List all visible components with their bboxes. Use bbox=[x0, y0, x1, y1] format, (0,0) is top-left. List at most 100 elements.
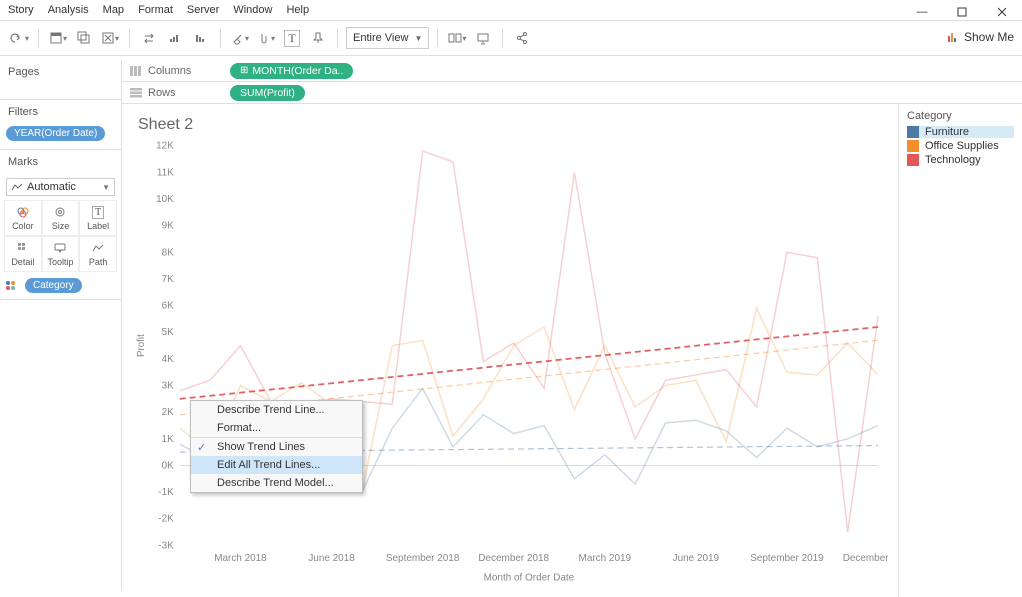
cards-icon bbox=[448, 31, 462, 45]
legend-item-technology[interactable]: Technology bbox=[907, 154, 1014, 166]
pages-shelf-title: Pages bbox=[0, 60, 121, 84]
marks-path-button[interactable]: Path bbox=[79, 236, 117, 272]
duplicate-button[interactable] bbox=[73, 27, 95, 49]
sheet-title[interactable]: Sheet 2 bbox=[138, 116, 888, 134]
swap-icon bbox=[142, 31, 156, 45]
highlight-button[interactable]: ▾ bbox=[229, 27, 251, 49]
marks-label-button[interactable]: TLabel bbox=[79, 200, 117, 236]
paperclip-icon bbox=[257, 31, 271, 45]
sort-desc-button[interactable] bbox=[190, 27, 212, 49]
legend-item-furniture[interactable]: Furniture bbox=[907, 126, 1014, 138]
marks-card-title: Marks bbox=[0, 150, 121, 174]
path-icon bbox=[90, 241, 106, 255]
color-legend-card: Category Furniture Office Supplies Technol… bbox=[898, 104, 1022, 597]
svg-text:9K: 9K bbox=[162, 221, 175, 232]
pin-icon bbox=[311, 31, 325, 45]
clear-button[interactable]: ▾ bbox=[99, 27, 121, 49]
new-worksheet-button[interactable]: ▾ bbox=[47, 27, 69, 49]
left-sidebar: Pages Filters YEAR(Order Date) Marks Aut… bbox=[0, 60, 122, 590]
marks-color-button[interactable]: Color bbox=[4, 200, 42, 236]
group-button[interactable]: ▾ bbox=[255, 27, 277, 49]
sort-desc-icon bbox=[194, 31, 208, 45]
svg-text:8K: 8K bbox=[162, 247, 175, 258]
marks-type-dropdown[interactable]: Automatic ▼ bbox=[6, 178, 115, 196]
highlighter-icon bbox=[231, 31, 245, 45]
size-icon bbox=[52, 205, 68, 219]
trend-line-technology[interactable] bbox=[180, 327, 878, 399]
worksheet-icon bbox=[49, 31, 63, 45]
marks-size-button[interactable]: Size bbox=[42, 200, 80, 236]
share-icon bbox=[515, 31, 529, 45]
swap-button[interactable] bbox=[138, 27, 160, 49]
fit-dropdown[interactable]: Entire View ▼ bbox=[346, 27, 429, 49]
context-menu-item[interactable]: Format... bbox=[191, 419, 362, 437]
svg-text:March 2019: March 2019 bbox=[579, 553, 632, 564]
columns-pill-month[interactable]: ⊞MONTH(Order Da.. bbox=[230, 63, 353, 79]
menu-map[interactable]: Map bbox=[103, 4, 124, 16]
detail-icon bbox=[15, 241, 31, 255]
fix-axes-button[interactable] bbox=[307, 27, 329, 49]
menu-format[interactable]: Format bbox=[138, 4, 173, 16]
context-menu-item[interactable]: Edit All Trend Lines... bbox=[191, 456, 362, 474]
presentation-button[interactable] bbox=[472, 27, 494, 49]
menu-story[interactable]: Story bbox=[8, 4, 34, 16]
trend-line-context-menu: Describe Trend Line...Format...✓Show Tre… bbox=[190, 400, 363, 493]
svg-text:7K: 7K bbox=[162, 274, 175, 285]
filter-pill-year[interactable]: YEAR(Order Date) bbox=[6, 126, 105, 141]
svg-text:10K: 10K bbox=[156, 194, 174, 205]
context-menu-item[interactable]: Describe Trend Model... bbox=[191, 474, 362, 492]
sort-asc-button[interactable] bbox=[164, 27, 186, 49]
columns-icon bbox=[130, 66, 142, 76]
legend-item-office-supplies[interactable]: Office Supplies bbox=[907, 140, 1014, 152]
columns-shelf[interactable]: Columns ⊞MONTH(Order Da.. bbox=[122, 60, 1022, 82]
svg-text:December 2018: December 2018 bbox=[478, 553, 549, 564]
labels-button[interactable]: T bbox=[281, 27, 303, 49]
legend-title: Category bbox=[907, 110, 1014, 122]
share-button[interactable] bbox=[511, 27, 533, 49]
svg-text:12K: 12K bbox=[156, 141, 174, 152]
svg-text:December 2019: December 2019 bbox=[843, 553, 888, 564]
context-menu-item[interactable]: ✓Show Trend Lines bbox=[191, 437, 362, 456]
svg-text:September 2018: September 2018 bbox=[386, 553, 460, 564]
marks-detail-button[interactable]: Detail bbox=[4, 236, 42, 272]
clear-icon bbox=[101, 31, 115, 45]
context-menu-item[interactable]: Describe Trend Line... bbox=[191, 401, 362, 419]
svg-text:June 2019: June 2019 bbox=[673, 553, 720, 564]
rows-pill-profit[interactable]: SUM(Profit) bbox=[230, 85, 305, 101]
chart-canvas[interactable]: 12K11K10K9K8K7K6K5K4K3K2K1K0K-1K-2K-3KMa… bbox=[132, 136, 888, 587]
window-maximize-btn[interactable] bbox=[942, 0, 982, 24]
showme-icon bbox=[946, 30, 960, 44]
color-icon bbox=[15, 205, 31, 219]
show-me-button[interactable]: Show Me bbox=[946, 30, 1014, 44]
svg-text:11K: 11K bbox=[157, 167, 174, 178]
undo-button[interactable]: ▾ bbox=[8, 27, 30, 49]
window-close-btn[interactable] bbox=[982, 0, 1022, 24]
label-icon: T bbox=[90, 205, 106, 219]
filters-shelf-title: Filters bbox=[0, 100, 121, 124]
close-icon bbox=[997, 7, 1007, 17]
svg-text:6K: 6K bbox=[162, 301, 175, 312]
color-legend-icon bbox=[6, 281, 15, 290]
caret-down-icon: ▼ bbox=[414, 34, 422, 43]
svg-text:0K: 0K bbox=[162, 461, 175, 472]
menu-analysis[interactable]: Analysis bbox=[48, 4, 89, 16]
text-icon: T bbox=[284, 30, 299, 47]
minimize-icon: — bbox=[917, 6, 928, 18]
menu-server[interactable]: Server bbox=[187, 4, 219, 16]
undo-icon bbox=[9, 31, 23, 45]
svg-text:March 2018: March 2018 bbox=[214, 553, 267, 564]
menu-window[interactable]: Window bbox=[233, 4, 272, 16]
svg-text:2K: 2K bbox=[162, 407, 175, 418]
svg-text:June 2018: June 2018 bbox=[308, 553, 355, 564]
rows-shelf[interactable]: Rows SUM(Profit) bbox=[122, 82, 1022, 104]
caret-down-icon: ▼ bbox=[102, 183, 110, 192]
window-minimize-btn[interactable]: — bbox=[902, 0, 942, 24]
tooltip-icon bbox=[52, 241, 68, 255]
color-pill-category[interactable]: Category bbox=[25, 278, 82, 293]
legend-swatch bbox=[907, 140, 919, 152]
legend-swatch bbox=[907, 126, 919, 138]
menu-help[interactable]: Help bbox=[286, 4, 309, 16]
marks-tooltip-button[interactable]: Tooltip bbox=[42, 236, 80, 272]
show-cards-button[interactable]: ▾ bbox=[446, 27, 468, 49]
svg-text:3K: 3K bbox=[162, 381, 175, 392]
